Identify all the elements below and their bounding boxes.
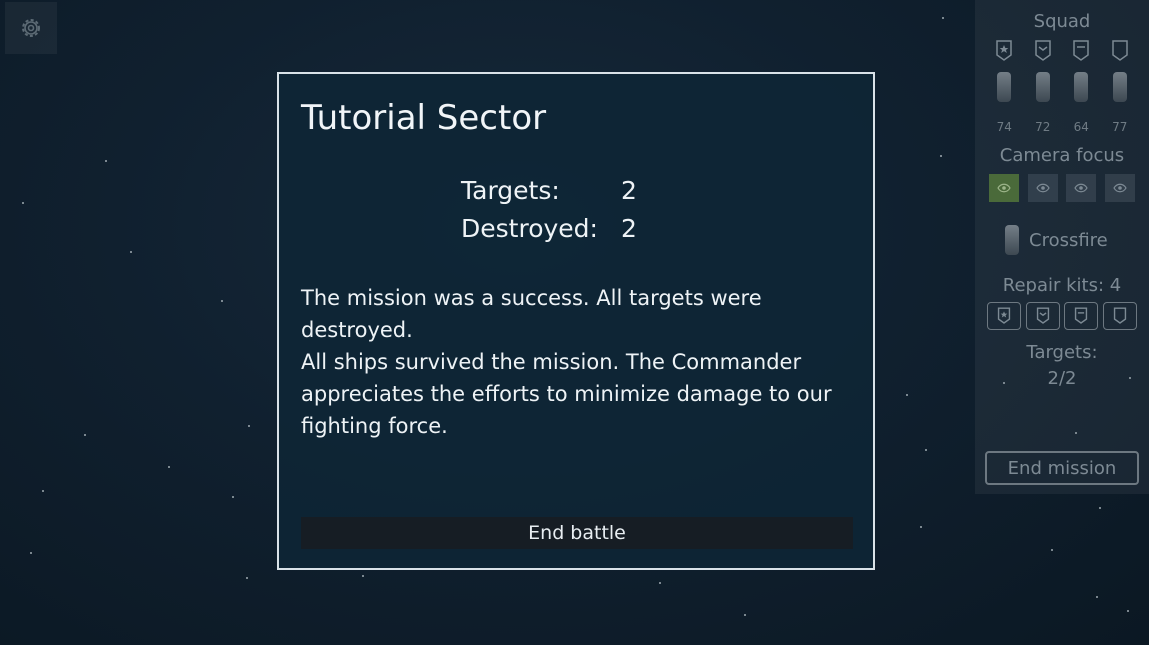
- camera-focus-button-3[interactable]: [1066, 174, 1097, 202]
- end-battle-button[interactable]: End battle: [301, 517, 853, 549]
- ship-hp-3: 64: [1073, 120, 1089, 134]
- bar-badge-icon: [1075, 307, 1088, 324]
- bar-badge-icon[interactable]: [1071, 40, 1091, 62]
- message-success: The mission was a success. All targets w…: [301, 286, 762, 342]
- ship-hp-1: 74: [996, 120, 1012, 134]
- crossfire-toggle-row[interactable]: Crossfire: [1005, 225, 1108, 255]
- dialog-title: Tutorial Sector: [301, 98, 547, 138]
- camera-focus-button-2[interactable]: [1027, 174, 1058, 202]
- camera-focus-title: Camera focus: [999, 145, 1125, 166]
- shield-badge-icon: [1113, 307, 1126, 324]
- eye-icon: [1113, 183, 1127, 193]
- camera-focus-button-1[interactable]: [989, 174, 1020, 202]
- crossfire-toggle[interactable]: [1005, 225, 1019, 255]
- star-badge-icon[interactable]: [994, 40, 1014, 62]
- star-badge-icon: [998, 307, 1011, 324]
- gear-icon: [22, 19, 40, 37]
- stat-value: 2: [621, 214, 637, 243]
- ship-hp-2: 72: [1035, 120, 1051, 134]
- repair-button-3[interactable]: [1064, 302, 1099, 330]
- stat-value: 2: [621, 176, 637, 205]
- squad-title: Squad: [1033, 11, 1091, 32]
- ship-hp-4: 77: [1112, 120, 1128, 134]
- repair-kits-label: Repair kits: 4: [1002, 275, 1122, 296]
- squad-side-panel: Squad 74 72 64 77 Camera focus Crossfire…: [975, 0, 1149, 494]
- eye-icon: [1036, 183, 1050, 193]
- stat-label: Destroyed:: [461, 214, 598, 243]
- shield-badge-icon[interactable]: [1110, 40, 1130, 62]
- eye-icon: [997, 183, 1011, 193]
- chevron-badge-icon[interactable]: [1033, 40, 1053, 62]
- chevron-badge-icon: [1036, 307, 1049, 324]
- repair-button-4[interactable]: [1102, 302, 1137, 330]
- targets-value: 2/2: [1047, 368, 1077, 389]
- repair-button-2[interactable]: [1025, 302, 1060, 330]
- dialog-message: The mission was a success. All targets w…: [301, 282, 841, 442]
- end-mission-button[interactable]: End mission: [985, 451, 1139, 485]
- stat-label: Targets:: [461, 176, 560, 205]
- eye-icon: [1074, 183, 1088, 193]
- camera-focus-button-4[interactable]: [1104, 174, 1135, 202]
- repair-button-1[interactable]: [987, 302, 1022, 330]
- ship-toggle-1[interactable]: [997, 72, 1012, 102]
- targets-label: Targets:: [1026, 342, 1098, 363]
- stat-row-targets: Targets: 2: [461, 176, 637, 205]
- stat-row-destroyed: Destroyed: 2: [461, 214, 637, 243]
- mission-result-dialog: Tutorial Sector Targets: 2 Destroyed: 2 Th…: [277, 72, 875, 570]
- crossfire-label: Crossfire: [1029, 229, 1108, 251]
- ship-toggle-2[interactable]: [1035, 72, 1050, 102]
- message-survival: All ships survived the mission. The Comm…: [301, 350, 832, 438]
- ship-toggle-4[interactable]: [1112, 72, 1127, 102]
- settings-button[interactable]: [5, 2, 57, 54]
- ship-toggle-3[interactable]: [1074, 72, 1089, 102]
